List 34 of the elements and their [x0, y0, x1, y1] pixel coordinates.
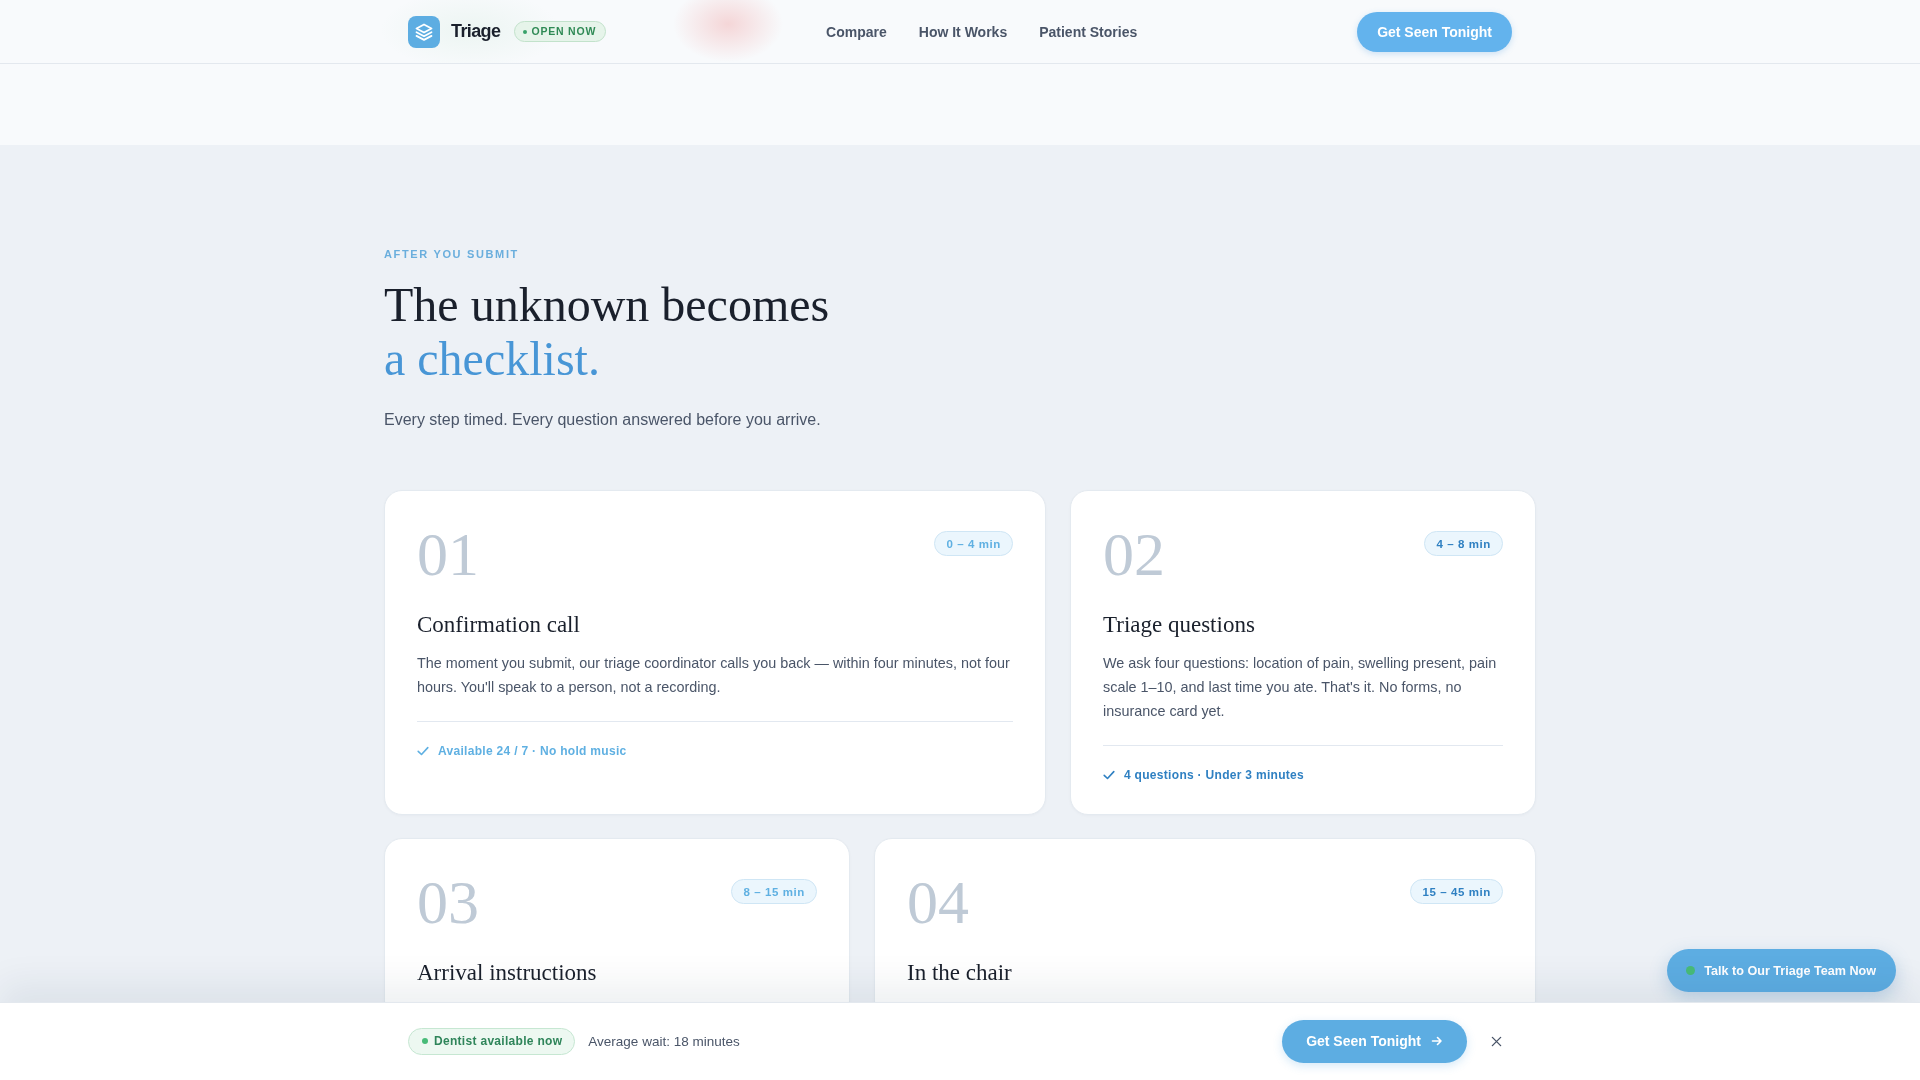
step-title: In the chair: [907, 959, 1013, 987]
section-eyebrow: AFTER YOU SUBMIT: [384, 247, 520, 261]
nav-link[interactable]: Compare: [826, 23, 887, 40]
step-number: 03: [417, 871, 479, 933]
step-title: Triage questions: [1103, 611, 1256, 639]
open-status-label: OPEN NOW: [531, 26, 597, 37]
step-title: Confirmation call: [417, 611, 581, 639]
layers-logo-icon: [408, 15, 440, 48]
brand-name: Triage: [451, 21, 501, 42]
nav-link[interactable]: Patient Stories: [1039, 23, 1138, 40]
status-dot-icon: [523, 29, 528, 34]
availability-label: Dentist available now: [434, 1034, 563, 1048]
step-description: We ask four questions: location of pain, swelling present, pain scale 1–10, and last time you ate. That's it. No forms, no insurance card yet.: [1103, 654, 1498, 721]
step-title: Arrival instructions: [417, 959, 598, 987]
section-subtitle: Every step timed. Every question answered before you arrive.: [384, 410, 822, 430]
step-number: 04: [907, 871, 969, 933]
step-note: 4 questions · Under 3 minutes: [1124, 767, 1305, 784]
step-note: Available 24 / 7 · No hold music: [438, 743, 627, 760]
duration-badge: 4 – 8 min: [1424, 531, 1503, 556]
close-icon: [1490, 1035, 1502, 1047]
wait-time-text: Average wait: 18 minutes: [588, 1033, 740, 1049]
duration-badge: 15 – 45 min: [1410, 879, 1503, 904]
duration-badge: 0 – 4 min: [934, 531, 1013, 556]
nav-link[interactable]: How It Works: [918, 23, 1008, 40]
duration-badge: 8 – 15 min: [731, 879, 817, 904]
arrow-right-icon: [1431, 1035, 1443, 1047]
check-icon: [417, 745, 429, 757]
status-dot-icon: [1686, 966, 1696, 975]
step-description: The moment you submit, our triage coordinator calls you back — within four minutes, not four hours. You'll speak to a person, not a recording.: [417, 654, 1011, 697]
section-heading: The unknown becomes a checklist.: [384, 278, 831, 386]
step-number: 02: [1103, 523, 1165, 585]
check-icon: [1103, 769, 1115, 781]
status-dot-icon: [422, 1038, 428, 1044]
step-number: 01: [417, 523, 479, 585]
